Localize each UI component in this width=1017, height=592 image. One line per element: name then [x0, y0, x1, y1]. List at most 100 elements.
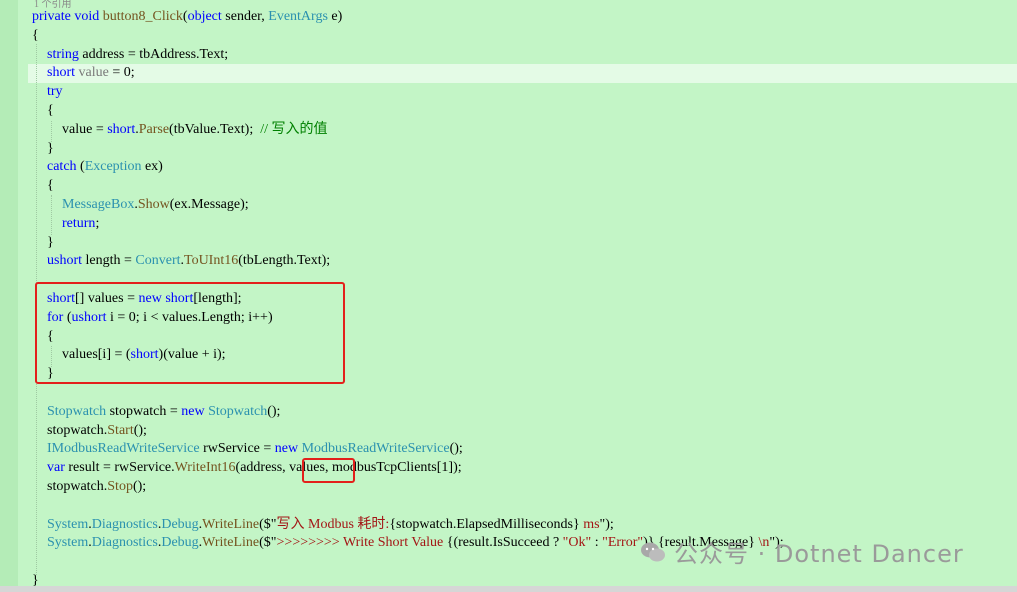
code-line[interactable]: value = short.Parse(tbValue.Text); // 写入… [62, 120, 328, 139]
code-token: Stop [107, 479, 133, 494]
code-line[interactable]: short value = 0; [47, 63, 135, 82]
code-token: ex) [141, 159, 163, 175]
code-line[interactable]: System.Diagnostics.Debug.WriteLine($"写入 … [47, 515, 614, 534]
code-token: >>>>>>>> Write Short Value [276, 535, 447, 551]
code-token: value [78, 65, 109, 81]
code-token: = 0; [108, 65, 135, 81]
code-token: Diagnostics [91, 516, 158, 532]
code-token: {(result.IsSucceed ? [446, 535, 563, 551]
code-line[interactable]: IModbusReadWriteService rwService = new … [47, 439, 463, 458]
code-token: ms [579, 516, 600, 532]
code-token: object [187, 9, 222, 24]
code-token: "Error" [602, 535, 644, 551]
code-token: ushort [47, 253, 82, 269]
code-token: e) [327, 9, 343, 24]
highlight-box-values-arg [302, 458, 355, 483]
code-token: } [47, 140, 54, 156]
code-token: var [47, 460, 65, 476]
code-line[interactable]: ushort length = Convert.ToUInt16(tbLengt… [47, 251, 330, 270]
code-line[interactable]: catch (Exception ex) [47, 157, 163, 176]
code-token: {stopwatch.ElapsedMilliseconds} [389, 516, 580, 532]
code-token: address = tbAddress.Text; [78, 46, 229, 62]
code-token: } [47, 234, 54, 250]
code-token: new [274, 441, 299, 457]
code-line[interactable]: { [32, 26, 39, 45]
code-token: ModbusReadWriteService [301, 441, 450, 457]
code-token: : [591, 535, 603, 551]
code-token: result = rwService. [64, 460, 175, 476]
code-token: WriteInt16 [174, 460, 236, 476]
code-token: (); [133, 422, 147, 438]
code-line[interactable]: try [47, 82, 63, 101]
code-token: return [62, 215, 96, 231]
editor-gutter [0, 0, 18, 592]
code-token: { [32, 27, 39, 43]
code-token: (); [132, 479, 147, 494]
code-token: WriteLine [202, 516, 260, 532]
code-token: System [47, 535, 89, 551]
watermark: 公众号 · Dotnet Dancer [640, 534, 964, 569]
code-line[interactable]: Stopwatch stopwatch = new Stopwatch(); [47, 402, 280, 421]
code-token: ($" [259, 516, 277, 532]
code-line[interactable]: string address = tbAddress.Text; [47, 45, 228, 64]
code-token: Show [137, 197, 170, 212]
code-token: short [107, 121, 136, 137]
code-line[interactable]: } [47, 139, 54, 158]
code-token: (ex.Message); [169, 197, 249, 212]
code-token: (tbLength.Text); [238, 253, 331, 269]
code-token: (tbValue.Text); [169, 121, 261, 137]
code-token: System [47, 516, 89, 532]
indent-guide [51, 195, 52, 235]
code-token: ( [76, 159, 85, 175]
code-line[interactable]: return; [62, 214, 99, 233]
code-line[interactable]: stopwatch.Start(); [47, 421, 147, 440]
code-token: button8_Click [102, 9, 183, 24]
code-token: sender, [221, 9, 269, 24]
code-token: try [47, 84, 63, 100]
code-token: void [74, 9, 100, 24]
code-token: IModbusReadWriteService [47, 441, 200, 457]
code-token: Convert [135, 253, 181, 269]
code-token: Diagnostics [91, 535, 158, 551]
code-line[interactable]: } [47, 233, 54, 252]
code-token: (); [267, 403, 281, 419]
code-line[interactable]: private void button8_Click(object sender… [32, 7, 342, 26]
code-token: "Ok" [562, 535, 592, 551]
code-token: stopwatch = [106, 403, 182, 419]
code-token: Debug [161, 535, 199, 551]
watermark-text: 公众号 · Dotnet Dancer [674, 540, 964, 568]
code-line[interactable]: MessageBox.Show(ex.Message); [62, 195, 249, 214]
code-token: Start [107, 422, 134, 438]
code-token: Stopwatch [47, 403, 107, 419]
code-line[interactable]: stopwatch.Stop(); [47, 477, 146, 496]
wechat-icon [641, 542, 665, 561]
code-token: ToUInt16 [184, 253, 239, 269]
code-token: // 写入的值 [260, 121, 328, 137]
code-line[interactable]: { [47, 176, 54, 195]
code-token: stopwatch. [47, 422, 108, 438]
code-token: (); [449, 441, 463, 457]
code-token: Stopwatch [208, 403, 268, 419]
code-token: short [47, 65, 75, 81]
code-token: string [47, 46, 79, 62]
code-token: stopwatch. [47, 479, 108, 494]
code-token: value = [62, 121, 108, 137]
code-token: ; [95, 215, 100, 231]
code-token: MessageBox [62, 197, 135, 212]
status-bar [0, 586, 1017, 592]
code-line[interactable]: { [47, 101, 54, 120]
current-line-highlight [28, 64, 1017, 83]
code-token: { [47, 178, 54, 194]
code-token: "); [599, 516, 614, 532]
code-token: WriteLine [202, 535, 260, 551]
code-token: rwService = [199, 441, 275, 457]
code-line[interactable]: var result = rwService.WriteInt16(addres… [47, 458, 462, 477]
code-token: length = [82, 253, 136, 269]
code-token: { [47, 103, 54, 118]
code-token: EventArgs [268, 9, 328, 24]
code-token: Exception [84, 159, 142, 175]
code-token: 写入 Modbus 耗时: [276, 516, 390, 532]
code-token: catch [47, 159, 77, 175]
code-token: Debug [161, 516, 199, 532]
code-token: Parse [138, 121, 170, 137]
